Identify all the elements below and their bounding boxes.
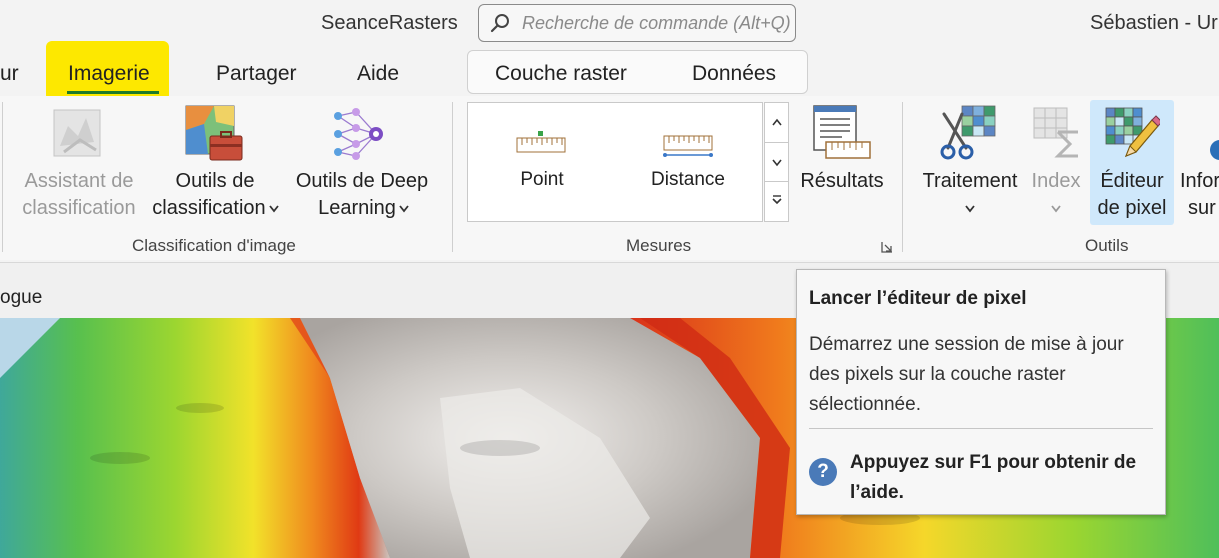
deep-learning-label-1: Outils de Deep: [295, 170, 429, 192]
results-icon: [813, 105, 871, 159]
measure-point-button[interactable]: Point: [500, 120, 584, 210]
user-name[interactable]: Sébastien - Ur: [1090, 12, 1218, 35]
traitement-label: Traitement: [922, 170, 1018, 192]
tab-aide[interactable]: Aide: [357, 62, 399, 86]
ruler-distance-icon: [663, 135, 713, 157]
outils-classification-label-2: classification: [152, 197, 266, 219]
chevron-down-icon: [269, 205, 279, 213]
group-label-mesures: Mesures: [626, 236, 692, 255]
ruler-point-icon: [516, 131, 566, 153]
search-placeholder: Recherche de commande (Alt+Q): [522, 13, 791, 33]
pixel-editor-button[interactable]: Éditeur de pixel: [1090, 100, 1174, 225]
chevron-down-icon: [399, 205, 409, 213]
gallery-scroll-up[interactable]: [764, 102, 789, 142]
group-separator: [902, 102, 903, 252]
outils-classification-button[interactable]: Outils de classification: [146, 100, 284, 225]
resultats-button[interactable]: Résultats: [796, 100, 888, 200]
group-label-outils: Outils: [1085, 236, 1129, 255]
group-separator: [452, 102, 453, 252]
gallery-expand[interactable]: [764, 182, 789, 222]
group-separator: [2, 102, 3, 252]
assistant-label-2: classification: [22, 197, 136, 219]
group-label-classification: Classification d'image: [132, 236, 296, 255]
resultats-label: Résultats: [800, 170, 884, 192]
info-icon: [1210, 140, 1219, 160]
help-icon: ?: [809, 458, 837, 486]
deep-learning-icon: [334, 108, 383, 160]
search-icon: [490, 14, 509, 33]
deep-learning-label-2: Learning: [318, 197, 396, 219]
chevron-down-icon: [965, 205, 975, 213]
raster-processing-icon: [940, 105, 996, 160]
classification-wizard-icon: [53, 109, 101, 157]
measure-distance-label: Distance: [651, 169, 725, 190]
information-label-1: Infor: [1180, 170, 1219, 192]
app-title: SeanceRasters: [321, 12, 458, 34]
index-label: Index: [1031, 170, 1081, 192]
information-button-partial[interactable]: Infor sur: [1180, 100, 1219, 225]
tab-imagerie[interactable]: Imagerie: [68, 62, 150, 86]
assistant-label-1: Assistant de: [24, 170, 134, 192]
pixel-editor-icon: [1105, 107, 1160, 158]
tooltip-title: Lancer l’éditeur de pixel: [809, 288, 1027, 309]
tab-partager[interactable]: Partager: [216, 62, 297, 86]
classification-tools-icon: [185, 105, 243, 161]
deep-learning-tools-button[interactable]: Outils de Deep Learning: [290, 100, 434, 225]
traitement-button[interactable]: Traitement: [918, 100, 1022, 225]
pixel-editor-label-2: de pixel: [1097, 197, 1167, 219]
gallery-scroll-down[interactable]: [764, 142, 789, 182]
pixel-editor-label-1: Éditeur: [1100, 170, 1164, 192]
tooltip-help-text: Appuyez sur F1 pour obtenir de l’aide.: [850, 452, 1137, 503]
pane-tab-partial[interactable]: ogue: [0, 287, 42, 309]
chevron-up-icon: [771, 118, 782, 126]
measure-distance-button[interactable]: Distance: [640, 120, 736, 210]
dialog-launcher-icon[interactable]: [880, 240, 894, 254]
index-icon: [1033, 107, 1078, 158]
active-tab-underline: [67, 91, 159, 94]
index-button[interactable]: Index: [1026, 100, 1086, 225]
information-label-2: sur: [1188, 197, 1216, 219]
tab-partial[interactable]: ur: [0, 62, 19, 86]
gallery-more-icon: [771, 195, 782, 205]
outils-classification-label-1: Outils de: [175, 170, 255, 192]
tooltip-body: Démarrez une session de mise à jour des …: [809, 334, 1124, 415]
chevron-down-icon: [1051, 205, 1061, 213]
tab-donnees[interactable]: Données: [692, 62, 776, 86]
assistant-classification-button[interactable]: Assistant de classification: [18, 100, 140, 225]
tab-couche-raster[interactable]: Couche raster: [495, 62, 627, 86]
tooltip-divider: [809, 428, 1153, 429]
measure-point-label: Point: [520, 169, 564, 190]
chevron-down-icon: [771, 159, 782, 167]
